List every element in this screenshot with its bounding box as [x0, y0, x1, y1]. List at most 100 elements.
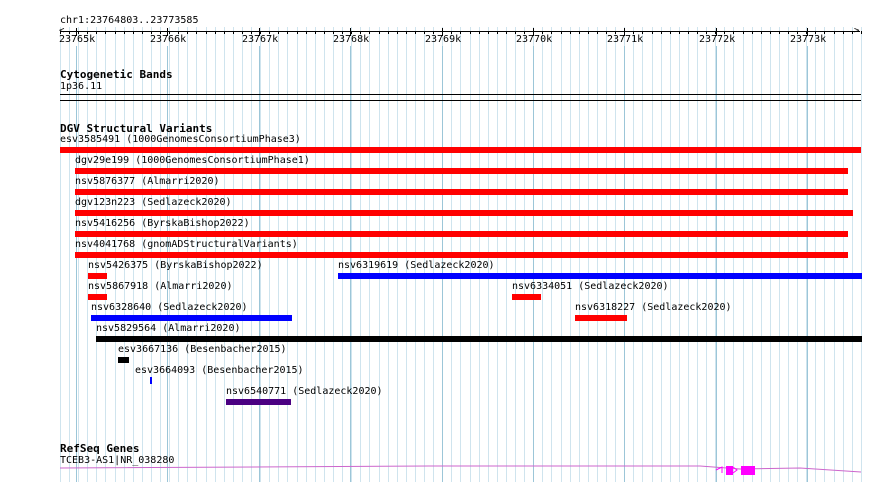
variant-feature[interactable]	[88, 273, 107, 279]
variant-label: dgv29e199 (1000GenomesConsortiumPhase1)	[75, 155, 310, 166]
variant-feature[interactable]	[118, 357, 129, 363]
variant-label: nsv4041768 (gnomADStructuralVariants)	[75, 239, 298, 250]
ruler-minor-tick	[743, 31, 744, 34]
ruler-minor-tick	[770, 31, 771, 34]
ruler-minor-tick	[506, 31, 507, 34]
variant-label: nsv5829564 (Almarri2020)	[96, 323, 241, 334]
variant-feature[interactable]	[60, 147, 861, 153]
ruler-minor-tick	[788, 31, 789, 34]
ruler-minor-tick	[697, 31, 698, 34]
ruler-minor-tick	[752, 31, 753, 34]
ruler-tick-label: 23767k	[242, 34, 279, 45]
cytoband-line	[60, 94, 861, 95]
ruler-minor-tick	[215, 31, 216, 34]
gene-intron-line	[59, 465, 862, 473]
ruler-minor-tick	[579, 31, 580, 34]
ruler-minor-tick	[588, 31, 589, 34]
variant-feature[interactable]	[75, 252, 848, 258]
scroll-right-arrow[interactable]: >	[854, 27, 859, 36]
variant-label: esv3664093 (Besenbacher2015)	[135, 365, 304, 376]
ruler-minor-tick	[652, 31, 653, 34]
variant-label: nsv6319619 (Sedlazeck2020)	[338, 260, 495, 271]
ruler-minor-tick	[470, 31, 471, 34]
variant-feature[interactable]	[575, 315, 627, 321]
ruler-minor-tick	[233, 31, 234, 34]
variant-feature[interactable]	[75, 210, 853, 216]
ruler-minor-tick	[306, 31, 307, 34]
ruler-minor-tick	[124, 31, 125, 34]
ruler-minor-tick	[561, 31, 562, 34]
ruler-minor-tick	[187, 31, 188, 34]
ruler-minor-tick	[287, 31, 288, 34]
location-label: chr1:23764803..23773585	[60, 15, 199, 26]
ruler-minor-tick	[105, 31, 106, 34]
ruler-minor-tick	[861, 31, 862, 34]
gene-exon[interactable]	[741, 466, 755, 475]
variant-label: nsv6334051 (Sedlazeck2020)	[512, 281, 669, 292]
variant-feature[interactable]	[96, 336, 862, 342]
ruler-minor-tick	[133, 31, 134, 34]
ruler-tick-label: 23766k	[150, 34, 187, 45]
variant-label: nsv5426375 (ByrskaBishop2022)	[88, 260, 263, 271]
variant-feature[interactable]	[226, 399, 291, 405]
variant-feature[interactable]	[88, 294, 107, 300]
ruler-minor-tick	[196, 31, 197, 34]
ruler-tick-label: 23773k	[790, 34, 827, 45]
variant-feature[interactable]	[512, 294, 541, 300]
ruler-tick-label: 23770k	[516, 34, 553, 45]
ruler-minor-tick	[115, 31, 116, 34]
gene-exon[interactable]	[726, 466, 733, 475]
ruler-minor-tick	[570, 31, 571, 34]
cytoband-track-title: Cytogenetic Bands	[60, 68, 173, 81]
variant-label: nsv6318227 (Sedlazeck2020)	[575, 302, 732, 313]
ruler-minor-tick	[688, 31, 689, 34]
variant-feature[interactable]	[75, 189, 848, 195]
variant-label: esv3585491 (1000GenomesConsortiumPhase3)	[60, 134, 301, 145]
variant-label: nsv5876377 (Almarri2020)	[75, 176, 220, 187]
variant-feature[interactable]	[75, 231, 848, 237]
ruler-tick-label: 23768k	[333, 34, 370, 45]
ruler-minor-tick	[843, 31, 844, 34]
variant-label: nsv6540771 (Sedlazeck2020)	[226, 386, 383, 397]
ruler-minor-tick	[479, 31, 480, 34]
refseq-track-title: RefSeq Genes	[60, 442, 140, 455]
ruler-minor-tick	[779, 31, 780, 34]
variant-feature[interactable]	[75, 168, 848, 174]
ruler-minor-tick	[397, 31, 398, 34]
ruler-minor-tick	[388, 31, 389, 34]
ruler-minor-tick	[369, 31, 370, 34]
ruler-tick-label: 23771k	[607, 34, 644, 45]
ruler-minor-tick	[497, 31, 498, 34]
ruler-tick-label: 23772k	[699, 34, 736, 45]
ruler-minor-tick	[297, 31, 298, 34]
genome-browser-view[interactable]: chr1:23764803..23773585 < > 23765k23766k…	[0, 0, 890, 482]
refseq-gene-model[interactable]	[0, 460, 890, 480]
track-separator	[60, 100, 861, 101]
variant-label: nsv5416256 (ByrskaBishop2022)	[75, 218, 250, 229]
ruler-minor-tick	[834, 31, 835, 34]
cytoband-label: 1p36.11	[60, 81, 103, 92]
variant-feature[interactable]	[338, 273, 862, 279]
strand-arrow-icon	[732, 466, 738, 474]
ruler-minor-tick	[661, 31, 662, 34]
variant-label: dgv123n223 (Sedlazeck2020)	[75, 197, 232, 208]
ruler-minor-tick	[488, 31, 489, 34]
ruler-minor-tick	[96, 31, 97, 34]
ruler-minor-tick	[379, 31, 380, 34]
ruler-minor-tick	[142, 31, 143, 34]
ruler-tick-label: 23769k	[425, 34, 462, 45]
ruler-minor-tick	[278, 31, 279, 34]
variant-label: nsv5867918 (Almarri2020)	[88, 281, 233, 292]
ruler-minor-tick	[670, 31, 671, 34]
ruler-minor-tick	[206, 31, 207, 34]
ruler-minor-tick	[852, 31, 853, 34]
ruler-minor-tick	[597, 31, 598, 34]
ruler-minor-tick	[415, 31, 416, 34]
variant-label: nsv6328640 (Sedlazeck2020)	[91, 302, 248, 313]
variant-feature[interactable]	[91, 315, 292, 321]
ruler-tick-label: 23765k	[59, 34, 96, 45]
ruler-minor-tick	[406, 31, 407, 34]
ruler-minor-tick	[324, 31, 325, 34]
ruler-minor-tick	[224, 31, 225, 34]
variant-feature[interactable]	[150, 377, 152, 384]
